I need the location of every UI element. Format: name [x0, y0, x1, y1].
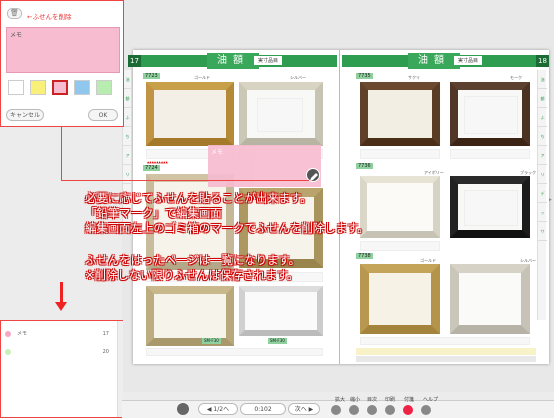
connector-line — [61, 180, 309, 181]
explanation-line: ※削除しない限りふせんは保存されます。 — [85, 268, 299, 282]
prev-page-button[interactable]: ◀ 1/2へ — [198, 403, 238, 415]
zoom-out-label: 縮小 — [350, 397, 361, 403]
index-tab[interactable]: リ — [123, 165, 132, 184]
sticky-note-icon[interactable] — [403, 405, 413, 415]
color-swatch-green[interactable] — [96, 80, 112, 95]
delete-hint: ←ふせんを削除 — [27, 13, 72, 21]
sticky-color-dot — [5, 330, 11, 337]
index-tab[interactable]: ち — [538, 127, 547, 146]
index-tab[interactable]: 額 — [538, 89, 547, 108]
explanation-line: 「鉛筆マーク」で編集画面 — [85, 206, 222, 220]
spec-row — [360, 337, 530, 345]
left-page-number: 17 — [128, 55, 141, 67]
color-swatch-yellow[interactable] — [30, 80, 46, 95]
print-icon[interactable] — [385, 405, 395, 415]
sticky-color-dot — [5, 348, 11, 355]
spec-row — [360, 149, 440, 159]
right-page-title: 油額 — [408, 53, 460, 69]
left-page-subtitle: 実寸品目 — [254, 56, 283, 65]
color-swatch-pink-selected[interactable] — [52, 80, 68, 95]
connector-line — [61, 127, 62, 181]
explanation-line: ふせんをはったページは一覧になります。 — [85, 253, 301, 267]
page-number-field[interactable]: 0:102 — [240, 403, 286, 415]
frame-image-silver — [239, 286, 323, 336]
frame-image-silver — [450, 264, 530, 334]
contents-icon[interactable] — [367, 405, 377, 415]
zoom-in-icon[interactable] — [331, 405, 341, 415]
sticky-list-item[interactable]: 20 — [5, 347, 117, 357]
sticky-list-item[interactable]: メモ 17 — [5, 329, 117, 339]
spec-badge: SM-F30 — [202, 338, 221, 344]
frame-image-gold — [146, 82, 234, 146]
sticky-note-label: メモ — [211, 149, 224, 156]
frame-image-silver — [239, 82, 323, 146]
item-name-label: モーク — [510, 75, 522, 80]
index-tab[interactable]: ち — [123, 127, 132, 146]
print-label: 印刷 — [385, 397, 396, 403]
next-page-button[interactable]: 次へ ▶ — [288, 403, 320, 415]
memo-textarea[interactable]: メモ — [6, 27, 120, 73]
frame-image-dark — [450, 82, 530, 146]
item-name-label: ゴールド — [194, 75, 210, 80]
color-swatch-white[interactable] — [8, 80, 24, 95]
search-icon[interactable] — [177, 403, 189, 415]
item-id-label: 7735 — [356, 73, 373, 79]
frame-image-black — [450, 176, 530, 238]
item-name-label: サクリ — [408, 75, 420, 80]
memo-label: メモ — [10, 32, 23, 39]
frame-image-cross-section — [146, 286, 234, 346]
index-tab[interactable]: 油 — [123, 70, 132, 89]
spine-divider — [339, 50, 340, 364]
index-tab[interactable]: 額 — [123, 89, 132, 108]
index-tab[interactable]: サ — [538, 222, 547, 241]
explanation-line: 必要に応じてふせんを貼ることが出来ます。 — [85, 191, 312, 205]
sticky-list-page: 20 — [102, 349, 109, 355]
help-icon[interactable] — [421, 405, 431, 415]
help-label: ヘルプ — [423, 397, 439, 403]
trash-icon[interactable]: 🗑 — [7, 8, 22, 19]
down-arrow-head-icon — [55, 302, 67, 311]
item-id-label: 7736 — [356, 163, 373, 169]
sticky-list-label: メモ — [17, 331, 28, 337]
footer-note — [356, 356, 536, 362]
left-page-title: 油額 — [207, 53, 259, 69]
spec-row — [360, 241, 440, 251]
index-tab[interactable]: ア — [538, 146, 547, 165]
cancel-button[interactable]: キャンセル — [6, 109, 44, 121]
right-page-number: 18 — [536, 55, 549, 67]
right-index-tabs: 油 額 ふ ち ア リ デ ッ サ — [537, 70, 547, 320]
frame-image-ivory — [360, 176, 440, 238]
index-tab[interactable]: デ — [538, 184, 547, 203]
frame-image-brown — [360, 82, 440, 146]
index-tab[interactable]: リ — [538, 165, 547, 184]
index-tab[interactable]: ア — [123, 146, 132, 165]
item-id-label: 7738 — [356, 253, 373, 259]
ok-button[interactable]: OK — [88, 109, 118, 121]
item-id-label: 7723 — [143, 73, 160, 79]
index-tab[interactable]: ふ — [538, 108, 547, 127]
index-tab[interactable]: 油 — [538, 70, 547, 89]
explanation-line: 編集画面左上のゴミ箱のマークでふせんを削除します。 — [85, 221, 369, 235]
footer-note — [356, 348, 536, 355]
item-id-label: 7724 — [143, 165, 160, 171]
sticky-list-panel: メモ 17 20 — [0, 320, 123, 418]
color-swatch-blue[interactable] — [74, 80, 90, 95]
sticky-list-page: 17 — [102, 331, 109, 337]
spec-badge: SM-F30 — [268, 338, 287, 344]
index-tab[interactable]: ッ — [538, 203, 547, 222]
sticky-edit-panel: 🗑 ←ふせんを削除 メモ キャンセル OK — [0, 0, 124, 127]
note-text: ▲▲▲▲▲▲▲▲▲ — [147, 160, 168, 164]
right-page-subtitle: 実寸品目 — [454, 56, 483, 65]
contents-label: 目次 — [367, 397, 378, 403]
sticky-label: 付箋 — [404, 397, 415, 403]
zoom-out-icon[interactable] — [349, 405, 359, 415]
index-tab[interactable]: ふ — [123, 108, 132, 127]
item-name-label: シルバー — [290, 75, 306, 80]
frame-image-gold — [360, 264, 440, 334]
spec-row — [146, 348, 323, 356]
zoom-in-label: 拡大 — [335, 397, 346, 403]
down-arrow-icon — [60, 282, 63, 304]
spec-row — [450, 149, 530, 159]
